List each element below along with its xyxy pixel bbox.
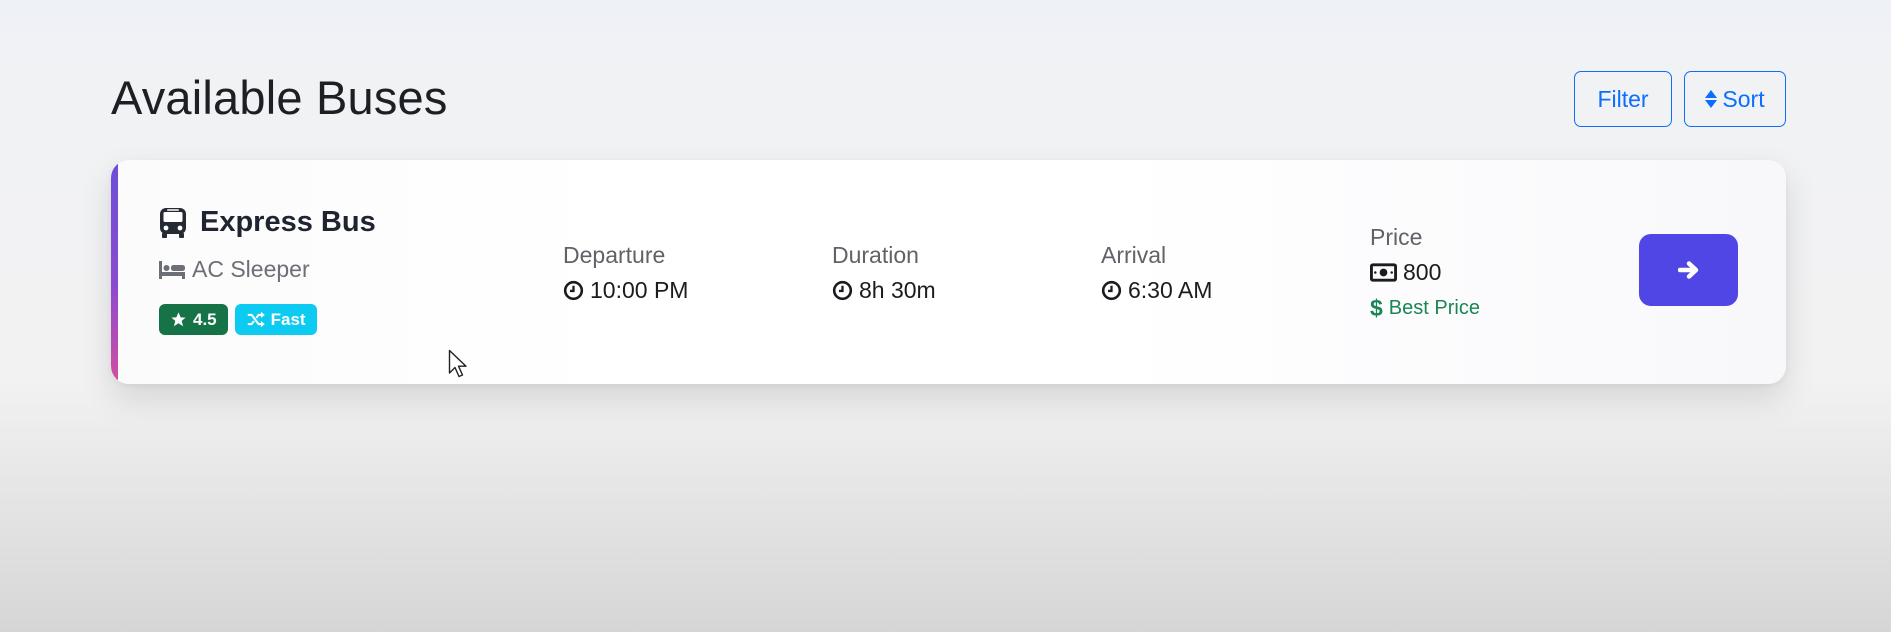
money-bill-icon [1370,263,1397,282]
bus-type-row: AC Sleeper [158,256,310,283]
mouse-cursor-icon [448,349,467,378]
price-column: Price 800 $ Best Price [1370,224,1480,322]
sort-button-label: Sort [1722,85,1765,112]
bus-badges: 4.5 Fast [159,304,317,335]
departure-column: Departure 10:00 PM [563,242,688,304]
fast-badge: Fast [234,304,317,335]
best-price-tag: $ Best Price [1370,295,1480,322]
duration-value: 8h 30m [859,277,936,303]
departure-label: Departure [563,242,666,268]
clock-icon [832,280,853,301]
card-accent-bar [111,160,118,384]
arrival-value-row: 6:30 AM [1101,277,1212,304]
clock-icon [1101,280,1122,301]
bus-name: Express Bus [200,206,376,238]
bus-name-row: Express Bus [158,206,376,239]
bus-type: AC Sleeper [192,256,310,282]
bus-card[interactable]: Express Bus AC Sleeper 4.5 Fast Departur… [111,160,1786,384]
sort-button[interactable]: Sort [1684,71,1786,127]
departure-value-row: 10:00 PM [563,277,688,304]
dollar-icon: $ [1370,295,1383,321]
arrival-label: Arrival [1101,242,1167,268]
filter-button-label: Filter [1597,85,1649,112]
duration-column: Duration 8h 30m [832,242,936,304]
sort-icon [1705,90,1718,108]
arrival-time: 6:30 AM [1128,277,1213,303]
price-value-row: 800 [1370,259,1480,286]
page-title: Available Buses [111,71,448,124]
best-price-label: Best Price [1388,297,1480,319]
rating-badge: 4.5 [159,304,228,335]
view-bus-button[interactable] [1639,234,1738,306]
filter-button[interactable]: Filter [1574,71,1672,127]
star-icon [171,312,186,327]
fast-label: Fast [270,309,306,329]
arrow-right-icon [1677,261,1698,279]
price-label: Price [1370,224,1423,250]
bed-icon [159,260,185,279]
clock-icon [563,280,584,301]
shuffle-icon [247,311,265,328]
duration-label: Duration [832,242,919,268]
arrival-column: Arrival 6:30 AM [1101,242,1212,304]
departure-time: 10:00 PM [590,277,689,303]
duration-value-row: 8h 30m [832,277,936,304]
price-value: 800 [1403,259,1442,285]
bus-icon [160,207,186,238]
rating-value: 4.5 [193,309,217,329]
